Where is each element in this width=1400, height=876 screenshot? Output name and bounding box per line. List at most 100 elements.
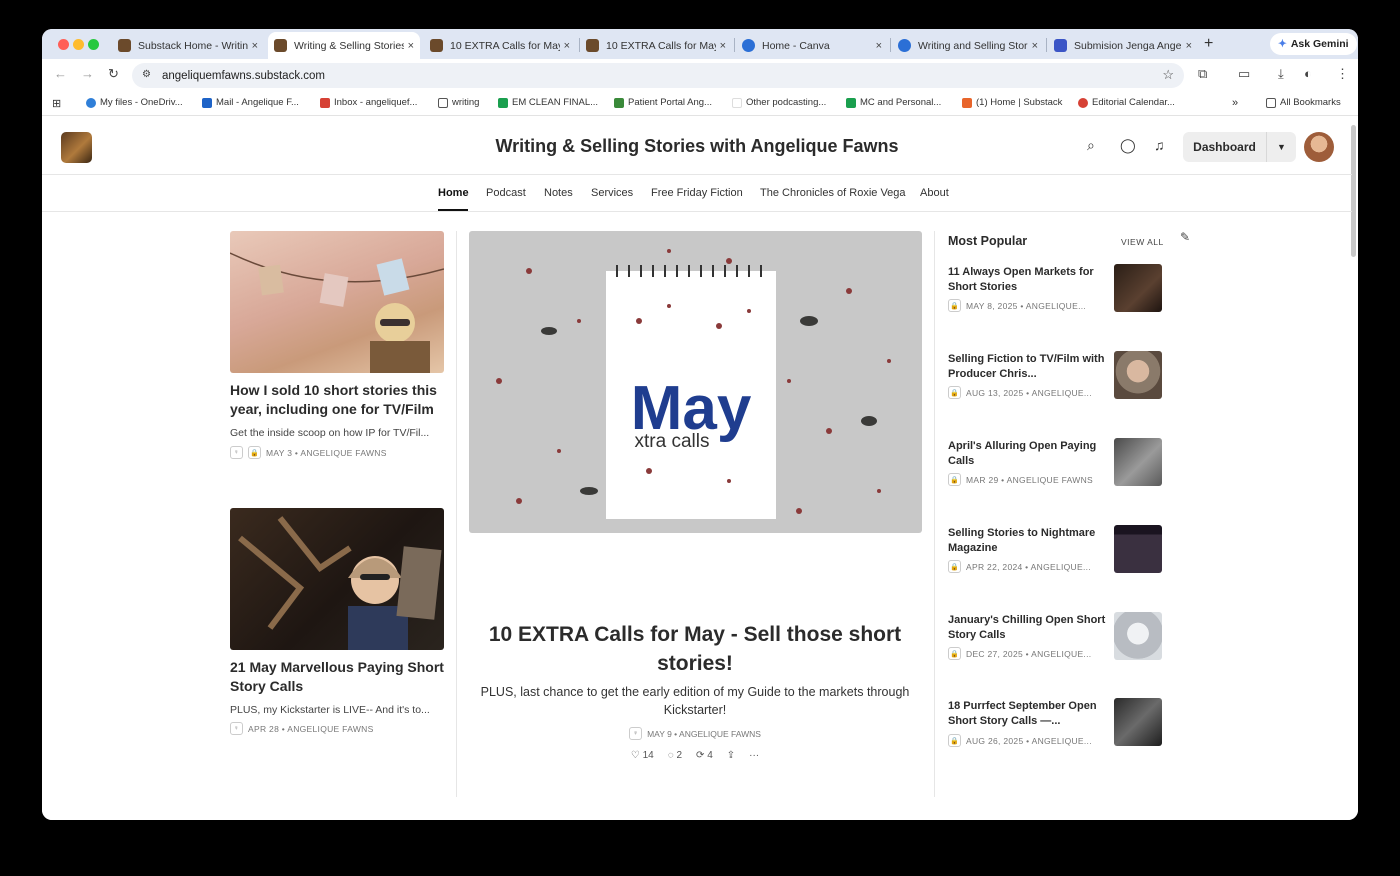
comment-button[interactable]: ◌ 2 (668, 750, 682, 761)
browser-tab[interactable]: 10 EXTRA Calls for May × (580, 32, 732, 59)
avatar[interactable] (1304, 132, 1334, 162)
browser-tab-active[interactable]: Writing & Selling Stories × (268, 32, 420, 59)
lock-icon: 🔒 (248, 446, 261, 459)
sheets-icon (846, 97, 856, 108)
ask-gemini-button[interactable]: ✦ Ask Gemini (1270, 33, 1357, 55)
like-count: 14 (642, 750, 654, 761)
tab-search-icon[interactable]: ▭ (1238, 66, 1250, 82)
bookmark-item[interactable]: MC and Personal... (846, 97, 941, 108)
voiceover-icon: ♀ (629, 727, 643, 740)
browser-tab[interactable]: Home - Canva × (736, 32, 888, 59)
popular-post-title[interactable]: April's Alluring Open Paying Calls (948, 439, 1108, 469)
featured-image[interactable]: May xtra calls (469, 231, 922, 533)
popular-post-thumbnail[interactable] (1114, 525, 1162, 573)
close-tab-icon[interactable]: × (720, 40, 726, 52)
popular-post-title[interactable]: January's Chilling Open Short Story Call… (948, 613, 1108, 643)
comment-icon: ◌ (667, 750, 674, 761)
profile-icon[interactable]: ◐ (1304, 66, 1312, 81)
popular-post-thumbnail[interactable] (1114, 351, 1162, 399)
popular-post-meta: 🔒 APR 22, 2024 • ANGELIQUE... (948, 560, 1091, 573)
featured-post-title[interactable]: 10 EXTRA Calls for May - Sell those shor… (469, 620, 921, 678)
post-title[interactable]: How I sold 10 short stories this year, i… (230, 381, 444, 419)
nav-notes[interactable]: Notes (544, 187, 573, 199)
address-bar[interactable]: ⚙ angeliquemfawns.substack.com ☆ (132, 63, 1184, 88)
folder-icon (1266, 97, 1276, 108)
edit-pencil-icon[interactable]: ✎ (1180, 230, 1190, 244)
bookmark-folder[interactable]: writing (438, 97, 479, 108)
view-all-link[interactable]: VIEW ALL (1121, 237, 1164, 247)
post-title[interactable]: 21 May Marvellous Paying Short Story Cal… (230, 658, 444, 696)
popular-post-thumbnail[interactable] (1114, 698, 1162, 746)
bookmark-label: My files - OneDriv... (100, 97, 183, 108)
bookmark-item[interactable]: Editorial Calendar... (1078, 97, 1175, 108)
zoom-window-button[interactable] (88, 39, 99, 50)
close-tab-icon[interactable]: × (252, 40, 258, 52)
close-tab-icon[interactable]: × (408, 40, 414, 52)
all-bookmarks-button[interactable]: All Bookmarks (1266, 97, 1341, 108)
nav-services[interactable]: Services (591, 187, 633, 199)
minimize-window-button[interactable] (73, 39, 84, 50)
nav-chronicles-roxie-vega[interactable]: The Chronicles of Roxie Vega (760, 187, 906, 199)
browser-tab[interactable]: Submision Jenga Angelique × (1048, 32, 1198, 59)
browser-tab[interactable]: 10 EXTRA Calls for May × (424, 32, 576, 59)
browser-tab[interactable]: Writing and Selling Stories × (892, 32, 1044, 59)
bookmark-item[interactable]: Patient Portal Ang... (614, 97, 712, 108)
popular-meta-text: DEC 27, 2025 • ANGELIQUE... (966, 648, 1092, 659)
lock-icon: 🔒 (948, 560, 961, 573)
featured-post-meta: ♀ MAY 9 • ANGELIQUE FAWNS (469, 727, 921, 740)
close-window-button[interactable] (58, 39, 69, 50)
close-tab-icon[interactable]: × (564, 40, 570, 52)
share-icon[interactable]: ⇪ (727, 750, 735, 761)
tab-title: Writing & Selling Stories (294, 39, 404, 52)
new-tab-button[interactable]: + (1204, 35, 1213, 53)
more-menu-icon[interactable]: ⋮ (1336, 66, 1349, 82)
close-tab-icon[interactable]: × (1032, 40, 1038, 52)
back-arrow-icon[interactable]: ← (54, 66, 67, 81)
popular-post-thumbnail[interactable] (1114, 612, 1162, 660)
post-thumbnail[interactable] (230, 508, 444, 650)
popular-post-title[interactable]: Selling Stories to Nightmare Magazine (948, 526, 1108, 556)
bookmark-star-icon[interactable]: ☆ (1162, 67, 1174, 83)
browser-window: Substack Home - Writing × Writing & Sell… (42, 29, 1358, 820)
apps-grid-icon[interactable]: ⊞ (52, 97, 61, 110)
close-tab-icon[interactable]: × (1186, 40, 1192, 52)
restack-button[interactable]: ⟳ 4 (696, 750, 713, 761)
search-icon[interactable]: ⌕ (1087, 137, 1095, 154)
chat-icon[interactable]: ◯ (1120, 137, 1136, 154)
dashboard-button[interactable]: Dashboard ▼ (1183, 132, 1296, 162)
bookmark-item[interactable]: Mail - Angelique F... (202, 97, 299, 108)
bell-icon[interactable]: ♫ (1154, 137, 1165, 153)
bookmark-item[interactable]: (1) Home | Substack (962, 97, 1062, 108)
like-button[interactable]: ♡ 14 (631, 750, 654, 761)
site-settings-icon[interactable]: ⚙ (142, 69, 151, 80)
bookmark-item[interactable]: EM CLEAN FINAL... (498, 97, 598, 108)
bookmark-item[interactable]: My files - OneDriv... (86, 97, 183, 108)
more-options-icon[interactable]: ··· (749, 750, 759, 761)
bookmark-item[interactable]: Inbox - angeliquef... (320, 97, 417, 108)
browser-tab[interactable]: Substack Home - Writing × (112, 32, 264, 59)
nav-home[interactable]: Home (438, 187, 469, 199)
heart-icon: ♡ (630, 750, 640, 761)
gmail-icon (320, 97, 330, 108)
popular-post-title[interactable]: 18 Purrfect September Open Short Story C… (948, 699, 1108, 729)
popular-post-title[interactable]: 11 Always Open Markets for Short Stories (948, 265, 1108, 295)
reload-icon[interactable]: ↻ (108, 66, 119, 82)
popular-post-thumbnail[interactable] (1114, 438, 1162, 486)
chevron-down-icon[interactable]: ▼ (1267, 132, 1296, 162)
close-tab-icon[interactable]: × (876, 40, 882, 52)
extensions-icon[interactable]: ⧉ (1198, 66, 1207, 82)
substack-favicon-icon (274, 39, 287, 52)
nav-about[interactable]: About (920, 187, 949, 199)
post-thumbnail[interactable] (229, 231, 445, 373)
lock-icon: 🔒 (948, 299, 961, 312)
bookmark-label: Other podcasting... (746, 97, 827, 108)
post-subtitle: Get the inside scoop on how IP for TV/Fi… (230, 427, 430, 439)
download-icon[interactable]: ⤓ (1278, 66, 1284, 82)
nav-podcast[interactable]: Podcast (486, 187, 526, 199)
bookmark-item[interactable]: Other podcasting... (732, 97, 826, 108)
popular-post-title[interactable]: Selling Fiction to TV/Film with Producer… (948, 352, 1108, 382)
nav-free-friday-fiction[interactable]: Free Friday Fiction (651, 187, 743, 199)
popular-post-thumbnail[interactable] (1114, 264, 1162, 312)
forward-arrow-icon[interactable]: → (81, 66, 94, 81)
bookmarks-overflow-button[interactable]: » (1232, 97, 1238, 109)
